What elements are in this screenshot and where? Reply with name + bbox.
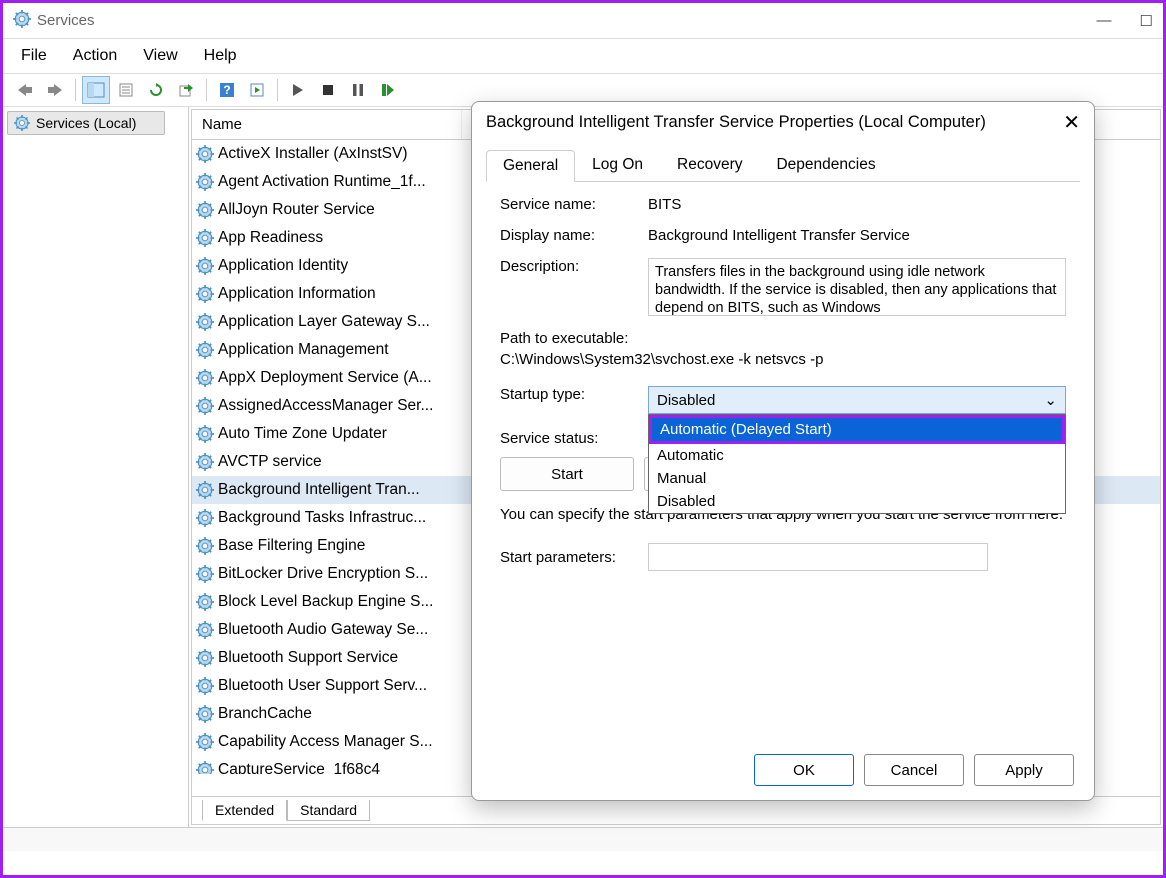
service-name-label: BranchCache <box>218 705 312 723</box>
tab-extended[interactable]: Extended <box>202 800 287 821</box>
show-hide-tree-button[interactable] <box>82 76 110 104</box>
label-start-params: Start parameters: <box>500 549 648 566</box>
pause-service-button[interactable] <box>344 76 372 104</box>
service-name-label: BitLocker Drive Encryption S... <box>218 565 428 583</box>
service-name-label: Agent Activation Runtime_1f... <box>218 173 426 191</box>
option-manual[interactable]: Manual <box>649 467 1065 490</box>
statusbar <box>3 827 1163 851</box>
menu-file[interactable]: File <box>11 43 57 69</box>
label-description: Description: <box>500 258 648 316</box>
service-name-label: ActiveX Installer (AxInstSV) <box>218 145 408 163</box>
maximize-button[interactable]: ☐ <box>1140 12 1153 30</box>
service-name-label: Auto Time Zone Updater <box>218 425 387 443</box>
service-name-label: AllJoyn Router Service <box>218 201 375 219</box>
description-box[interactable]: Transfers files in the background using … <box>648 258 1066 316</box>
service-name-label: Bluetooth Support Service <box>218 649 398 667</box>
service-name-label: Background Tasks Infrastruc... <box>218 509 426 527</box>
start-service-button[interactable] <box>284 76 312 104</box>
service-name-label: Capability Access Manager S... <box>218 733 433 751</box>
column-header-name[interactable]: Name <box>192 110 462 139</box>
service-name-label: Block Level Backup Engine S... <box>218 593 433 611</box>
tree-item-services-local[interactable]: Services (Local) <box>7 111 165 135</box>
service-name-label: CaptureService_1f68c4 <box>218 761 380 774</box>
option-disabled[interactable]: Disabled <box>649 490 1065 513</box>
toolbar-extra-button[interactable] <box>243 76 271 104</box>
window-title: Services <box>37 12 95 29</box>
service-name-label: App Readiness <box>218 229 323 247</box>
service-name-label: Bluetooth User Support Serv... <box>218 677 427 695</box>
dialog-title: Background Intelligent Transfer Service … <box>486 113 986 132</box>
menu-action[interactable]: Action <box>63 43 127 69</box>
service-name-label: AVCTP service <box>218 453 322 471</box>
tree-pane: Services (Local) <box>3 107 189 827</box>
service-name-label: Bluetooth Audio Gateway Se... <box>218 621 428 639</box>
properties-dialog: Background Intelligent Transfer Service … <box>471 101 1095 801</box>
export-button[interactable] <box>172 76 200 104</box>
startup-type-dropdown: Automatic (Delayed Start) Automatic Manu… <box>648 414 1066 514</box>
tab-standard[interactable]: Standard <box>287 800 370 821</box>
cancel-button[interactable]: Cancel <box>864 754 964 786</box>
service-name-label: Background Intelligent Tran... <box>218 481 420 499</box>
refresh-button[interactable] <box>142 76 170 104</box>
ok-button[interactable]: OK <box>754 754 854 786</box>
restart-service-button[interactable] <box>374 76 402 104</box>
services-icon <box>13 10 31 31</box>
label-service-name: Service name: <box>500 196 648 213</box>
tab-dependencies[interactable]: Dependencies <box>759 149 892 181</box>
label-display-name: Display name: <box>500 227 648 244</box>
window-titlebar: Services — ☐ <box>3 3 1163 39</box>
start-params-input[interactable] <box>648 543 988 571</box>
value-path: C:\Windows\System32\svchost.exe -k netsv… <box>500 351 1066 368</box>
service-name-label: Application Identity <box>218 257 348 275</box>
label-service-status: Service status: <box>500 430 648 447</box>
service-name-label: AssignedAccessManager Ser... <box>218 397 433 415</box>
service-name-label: Application Management <box>218 341 389 359</box>
menu-view[interactable]: View <box>133 43 187 69</box>
properties-button[interactable] <box>112 76 140 104</box>
chevron-down-icon: ⌄ <box>1044 391 1057 409</box>
start-button[interactable]: Start <box>500 457 634 491</box>
forward-button[interactable] <box>41 76 69 104</box>
stop-service-button[interactable] <box>314 76 342 104</box>
apply-button[interactable]: Apply <box>974 754 1074 786</box>
service-name-label: Base Filtering Engine <box>218 537 365 555</box>
label-startup-type: Startup type: <box>500 386 648 414</box>
label-path: Path to executable: <box>500 330 1066 347</box>
menu-help[interactable]: Help <box>194 43 247 69</box>
tree-item-label: Services (Local) <box>36 115 136 131</box>
tab-general[interactable]: General <box>486 150 575 182</box>
option-automatic-delayed[interactable]: Automatic (Delayed Start) <box>649 415 1065 444</box>
service-name-label: Application Information <box>218 285 376 303</box>
help-button[interactable]: ? <box>213 76 241 104</box>
service-name-label: AppX Deployment Service (A... <box>218 369 432 387</box>
value-service-name: BITS <box>648 196 1066 213</box>
tab-recovery[interactable]: Recovery <box>660 149 759 181</box>
menubar: File Action View Help <box>3 39 1163 73</box>
startup-type-combobox[interactable]: Disabled ⌄ Automatic (Delayed Start) Aut… <box>648 386 1066 414</box>
back-button[interactable] <box>11 76 39 104</box>
tab-logon[interactable]: Log On <box>575 149 660 181</box>
service-name-label: Application Layer Gateway S... <box>218 313 430 331</box>
svg-text:?: ? <box>223 83 230 97</box>
value-display-name: Background Intelligent Transfer Service <box>648 227 1066 244</box>
option-automatic[interactable]: Automatic <box>649 444 1065 467</box>
close-button[interactable]: ✕ <box>1063 110 1080 135</box>
startup-type-selected: Disabled <box>657 392 715 409</box>
minimize-button[interactable]: — <box>1097 12 1112 30</box>
